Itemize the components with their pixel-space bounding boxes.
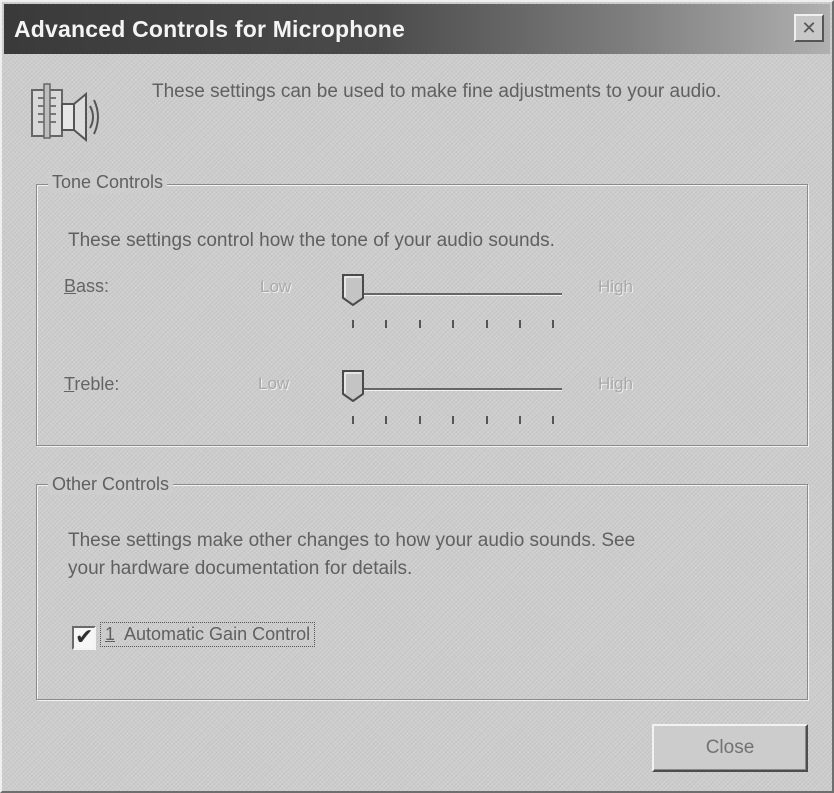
treble-tick [419,416,421,424]
tone-controls-legend: Tone Controls [48,172,168,193]
treble-tick [552,416,554,424]
agc-checkbox-label[interactable]: 1 Automatic Gain Control [100,622,316,647]
other-controls-description-line2: your hardware documentation for details. [68,558,413,579]
tone-controls-group [36,184,808,446]
bass-tick-marks [352,320,562,330]
checkmark-icon: ✔ [75,624,94,649]
treble-tick [352,416,354,424]
bass-tick [352,320,354,328]
mixer-speaker-icon [31,83,99,143]
bass-high-label: High [598,277,633,296]
bass-tick [452,320,454,328]
bass-slider-thumb[interactable] [342,274,364,306]
treble-slider-thumb[interactable] [342,370,364,402]
bass-slider-track[interactable] [354,293,562,296]
bass-label: Bass: [64,276,109,297]
close-button[interactable]: Close [652,724,808,772]
tone-controls-description: These settings control how the tone of y… [68,230,555,251]
bass-tick [419,320,421,328]
other-controls-description-line1: These settings make other changes to how… [68,530,636,551]
header-description: These settings can be used to make fine … [152,81,722,102]
treble-tick [519,416,521,424]
bass-low-label: Low [260,277,292,296]
treble-label-rest: reble: [74,374,120,394]
agc-label-rest: Automatic Gain Control [115,624,311,644]
treble-high-label: High [598,374,633,393]
advanced-controls-dialog: Advanced Controls for Microphone ✕ These… [0,0,834,793]
treble-tick [486,416,488,424]
treble-tick [385,416,387,424]
treble-label: Treble: [64,374,119,395]
bass-tick [552,320,554,328]
other-controls-legend: Other Controls [48,474,174,495]
treble-tick [452,416,454,424]
agc-label-mnemonic: 1 [105,624,116,644]
window-title: Advanced Controls for Microphone [14,16,406,42]
treble-low-label: Low [258,374,290,393]
close-icon[interactable]: ✕ [794,14,824,42]
bass-label-mnemonic: B [64,276,77,296]
agc-checkbox[interactable]: ✔ [72,624,96,650]
other-controls-group [36,484,808,700]
bass-tick [385,320,387,328]
bass-label-rest: ass: [76,276,110,296]
bass-tick [486,320,488,328]
treble-label-mnemonic: T [64,374,75,394]
treble-tick-marks [352,416,562,426]
treble-slider-track[interactable] [354,388,562,391]
bass-tick [519,320,521,328]
title-bar[interactable]: Advanced Controls for Microphone ✕ [4,4,830,54]
